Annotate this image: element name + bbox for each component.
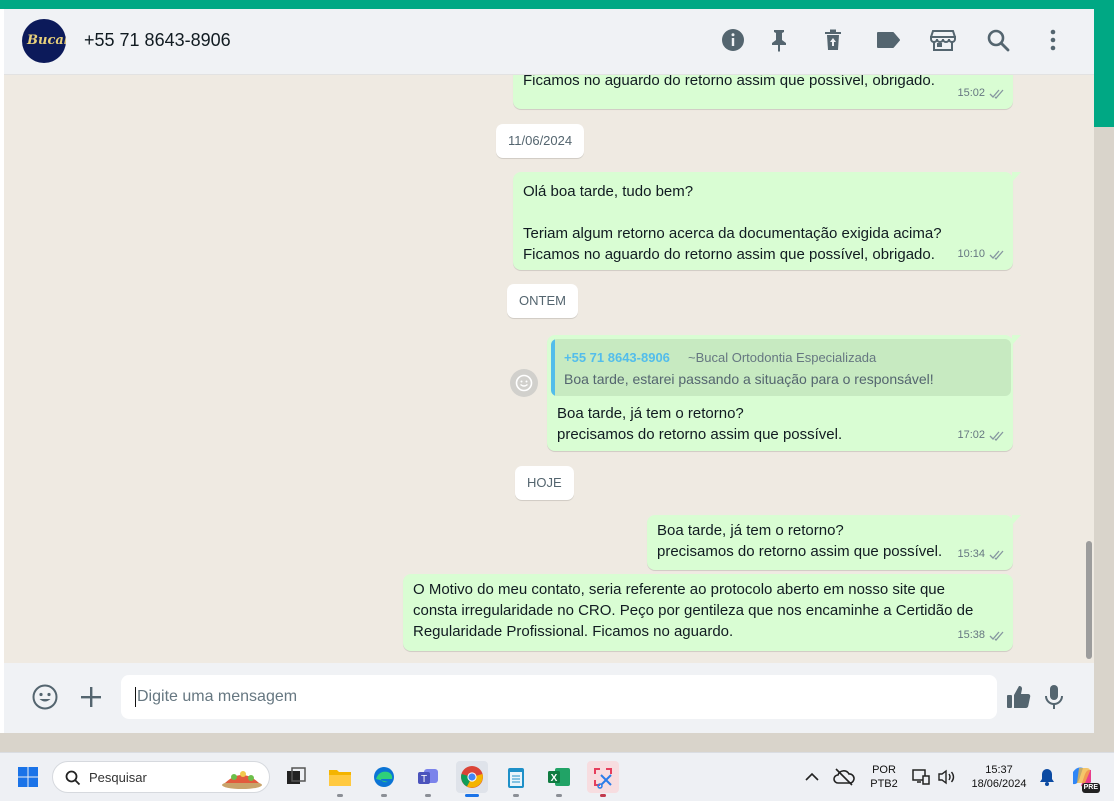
- file-explorer-icon[interactable]: [324, 761, 356, 797]
- running-indicator: [425, 794, 431, 797]
- message-bubble[interactable]: Olá boa tarde, tudo bem? Teriam algum re…: [513, 172, 1021, 270]
- message-text: O Motivo do meu contato, seria referente…: [413, 581, 974, 640]
- bubble-tail: [1012, 335, 1021, 345]
- message-time: 17:02: [957, 429, 985, 441]
- message-meta: 15:34: [957, 544, 1005, 565]
- cloud-offline-icon[interactable]: [830, 761, 858, 793]
- chrome-icon[interactable]: [456, 761, 488, 797]
- whatsapp-app: Bucal +55 71 8643-8906 Ficamos no aguard…: [4, 9, 1094, 733]
- task-view-icon[interactable]: [280, 761, 312, 793]
- window-right-accent: [1094, 9, 1114, 127]
- trash-icon[interactable]: [820, 27, 846, 53]
- avatar[interactable]: Bucal: [22, 19, 66, 63]
- volume-icon[interactable]: [934, 761, 960, 793]
- search-icon: [65, 770, 81, 786]
- message-meta: 17:02: [957, 425, 1005, 446]
- avatar-logo-text: Bucal: [27, 33, 66, 48]
- attach-plus-icon[interactable]: [77, 683, 105, 711]
- thumbs-up-icon[interactable]: [1005, 683, 1033, 711]
- active-indicator: [465, 794, 479, 797]
- search-label: Pesquisar: [89, 770, 147, 785]
- double-check-icon: [989, 250, 1004, 260]
- label-icon[interactable]: [875, 27, 901, 53]
- running-indicator: [513, 794, 519, 797]
- bubble-tail: [1012, 172, 1021, 182]
- language-code: POR: [872, 764, 896, 776]
- svg-text:T: T: [421, 774, 427, 785]
- network-icon[interactable]: [908, 761, 934, 793]
- running-indicator: [556, 794, 562, 797]
- quoted-message[interactable]: +55 71 8643-8906 ~Bucal Ortodontia Espec…: [551, 339, 1011, 396]
- more-vertical-icon[interactable]: [1040, 27, 1066, 53]
- windows-start-icon[interactable]: [12, 761, 44, 793]
- message-meta: 15:02: [957, 83, 1005, 104]
- message-bubble[interactable]: Ficamos no aguardo do retorno assim que …: [513, 75, 1013, 109]
- teams-icon[interactable]: T: [412, 761, 444, 797]
- quote-accent-bar: [551, 339, 555, 396]
- clock-date: 18/06/2024: [971, 778, 1027, 790]
- edge-browser-icon[interactable]: [368, 761, 400, 797]
- date-separator: 11/06/2024: [496, 124, 585, 158]
- date-separator: ONTEM: [507, 284, 578, 318]
- message-text: Ficamos no aguardo do retorno assim que …: [523, 75, 935, 89]
- copilot-icon[interactable]: PRE: [1066, 761, 1100, 793]
- chevron-up-icon[interactable]: [800, 761, 824, 793]
- message-meta: 10:10: [957, 244, 1005, 265]
- message-meta: 15:38: [957, 625, 1005, 646]
- running-indicator: [381, 794, 387, 797]
- message-text: Boa tarde, já tem o retorno? precisamos …: [657, 522, 943, 560]
- message-text: Olá boa tarde, tudo bem? Teriam algum re…: [523, 183, 942, 263]
- snipping-tool-icon[interactable]: [587, 761, 619, 797]
- notepad-icon[interactable]: [500, 761, 532, 797]
- quote-org: ~Bucal Ortodontia Especializada: [688, 350, 877, 365]
- chat-header: Bucal +55 71 8643-8906: [4, 9, 1094, 75]
- double-check-icon: [989, 89, 1004, 99]
- microphone-icon[interactable]: [1040, 683, 1068, 711]
- svg-text:X: X: [551, 773, 558, 784]
- contact-name[interactable]: +55 71 8643-8906: [84, 30, 231, 51]
- system-clock[interactable]: 15:37 18/06/2024: [964, 763, 1034, 791]
- quote-author: +55 71 8643-8906: [564, 350, 670, 365]
- message-time: 15:34: [957, 548, 985, 560]
- double-check-icon: [989, 550, 1004, 560]
- message-bubble[interactable]: O Motivo do meu contato, seria referente…: [403, 574, 1013, 651]
- windows-taskbar: Pesquisar T X POR PTB2 15:37 18/06/2024 …: [0, 752, 1114, 801]
- emoji-icon[interactable]: [31, 683, 59, 711]
- double-check-icon: [989, 631, 1004, 641]
- running-indicator: [337, 794, 343, 797]
- input-language[interactable]: POR PTB2: [866, 763, 902, 791]
- chat-messages-area[interactable]: Ficamos no aguardo do retorno assim que …: [4, 75, 1094, 663]
- taskbar-search[interactable]: Pesquisar: [52, 761, 270, 793]
- message-time: 15:02: [957, 87, 985, 99]
- window-top-accent: [0, 0, 1114, 9]
- running-indicator: [600, 794, 606, 797]
- message-text: Boa tarde, já tem o retorno? precisamos …: [557, 405, 843, 443]
- message-time: 15:38: [957, 629, 985, 641]
- info-icon[interactable]: [720, 27, 746, 53]
- message-time: 10:10: [957, 248, 985, 260]
- excel-icon[interactable]: X: [543, 761, 575, 797]
- bubble-tail: [1012, 515, 1021, 525]
- quote-text: Boa tarde, estarei passando a situação p…: [564, 371, 934, 387]
- message-composer: Digite uma mensagem: [4, 663, 1094, 733]
- message-bubble-reply[interactable]: +55 71 8643-8906 ~Bucal Ortodontia Espec…: [547, 335, 1021, 451]
- pin-icon[interactable]: [766, 27, 792, 53]
- message-input[interactable]: Digite uma mensagem: [121, 675, 997, 719]
- food-illustration-icon: [222, 771, 262, 789]
- chat-scrollbar[interactable]: [1086, 541, 1092, 659]
- search-icon[interactable]: [985, 27, 1011, 53]
- message-bubble[interactable]: Boa tarde, já tem o retorno? precisamos …: [647, 515, 1021, 570]
- double-check-icon: [989, 431, 1004, 441]
- clock-time: 15:37: [985, 764, 1013, 776]
- date-separator: HOJE: [515, 466, 574, 500]
- preview-badge: PRE: [1081, 783, 1100, 793]
- keyboard-layout: PTB2: [870, 778, 898, 790]
- store-icon[interactable]: [930, 27, 956, 53]
- notification-bell-icon[interactable]: [1034, 761, 1060, 793]
- emoji-reaction-icon[interactable]: [510, 369, 538, 397]
